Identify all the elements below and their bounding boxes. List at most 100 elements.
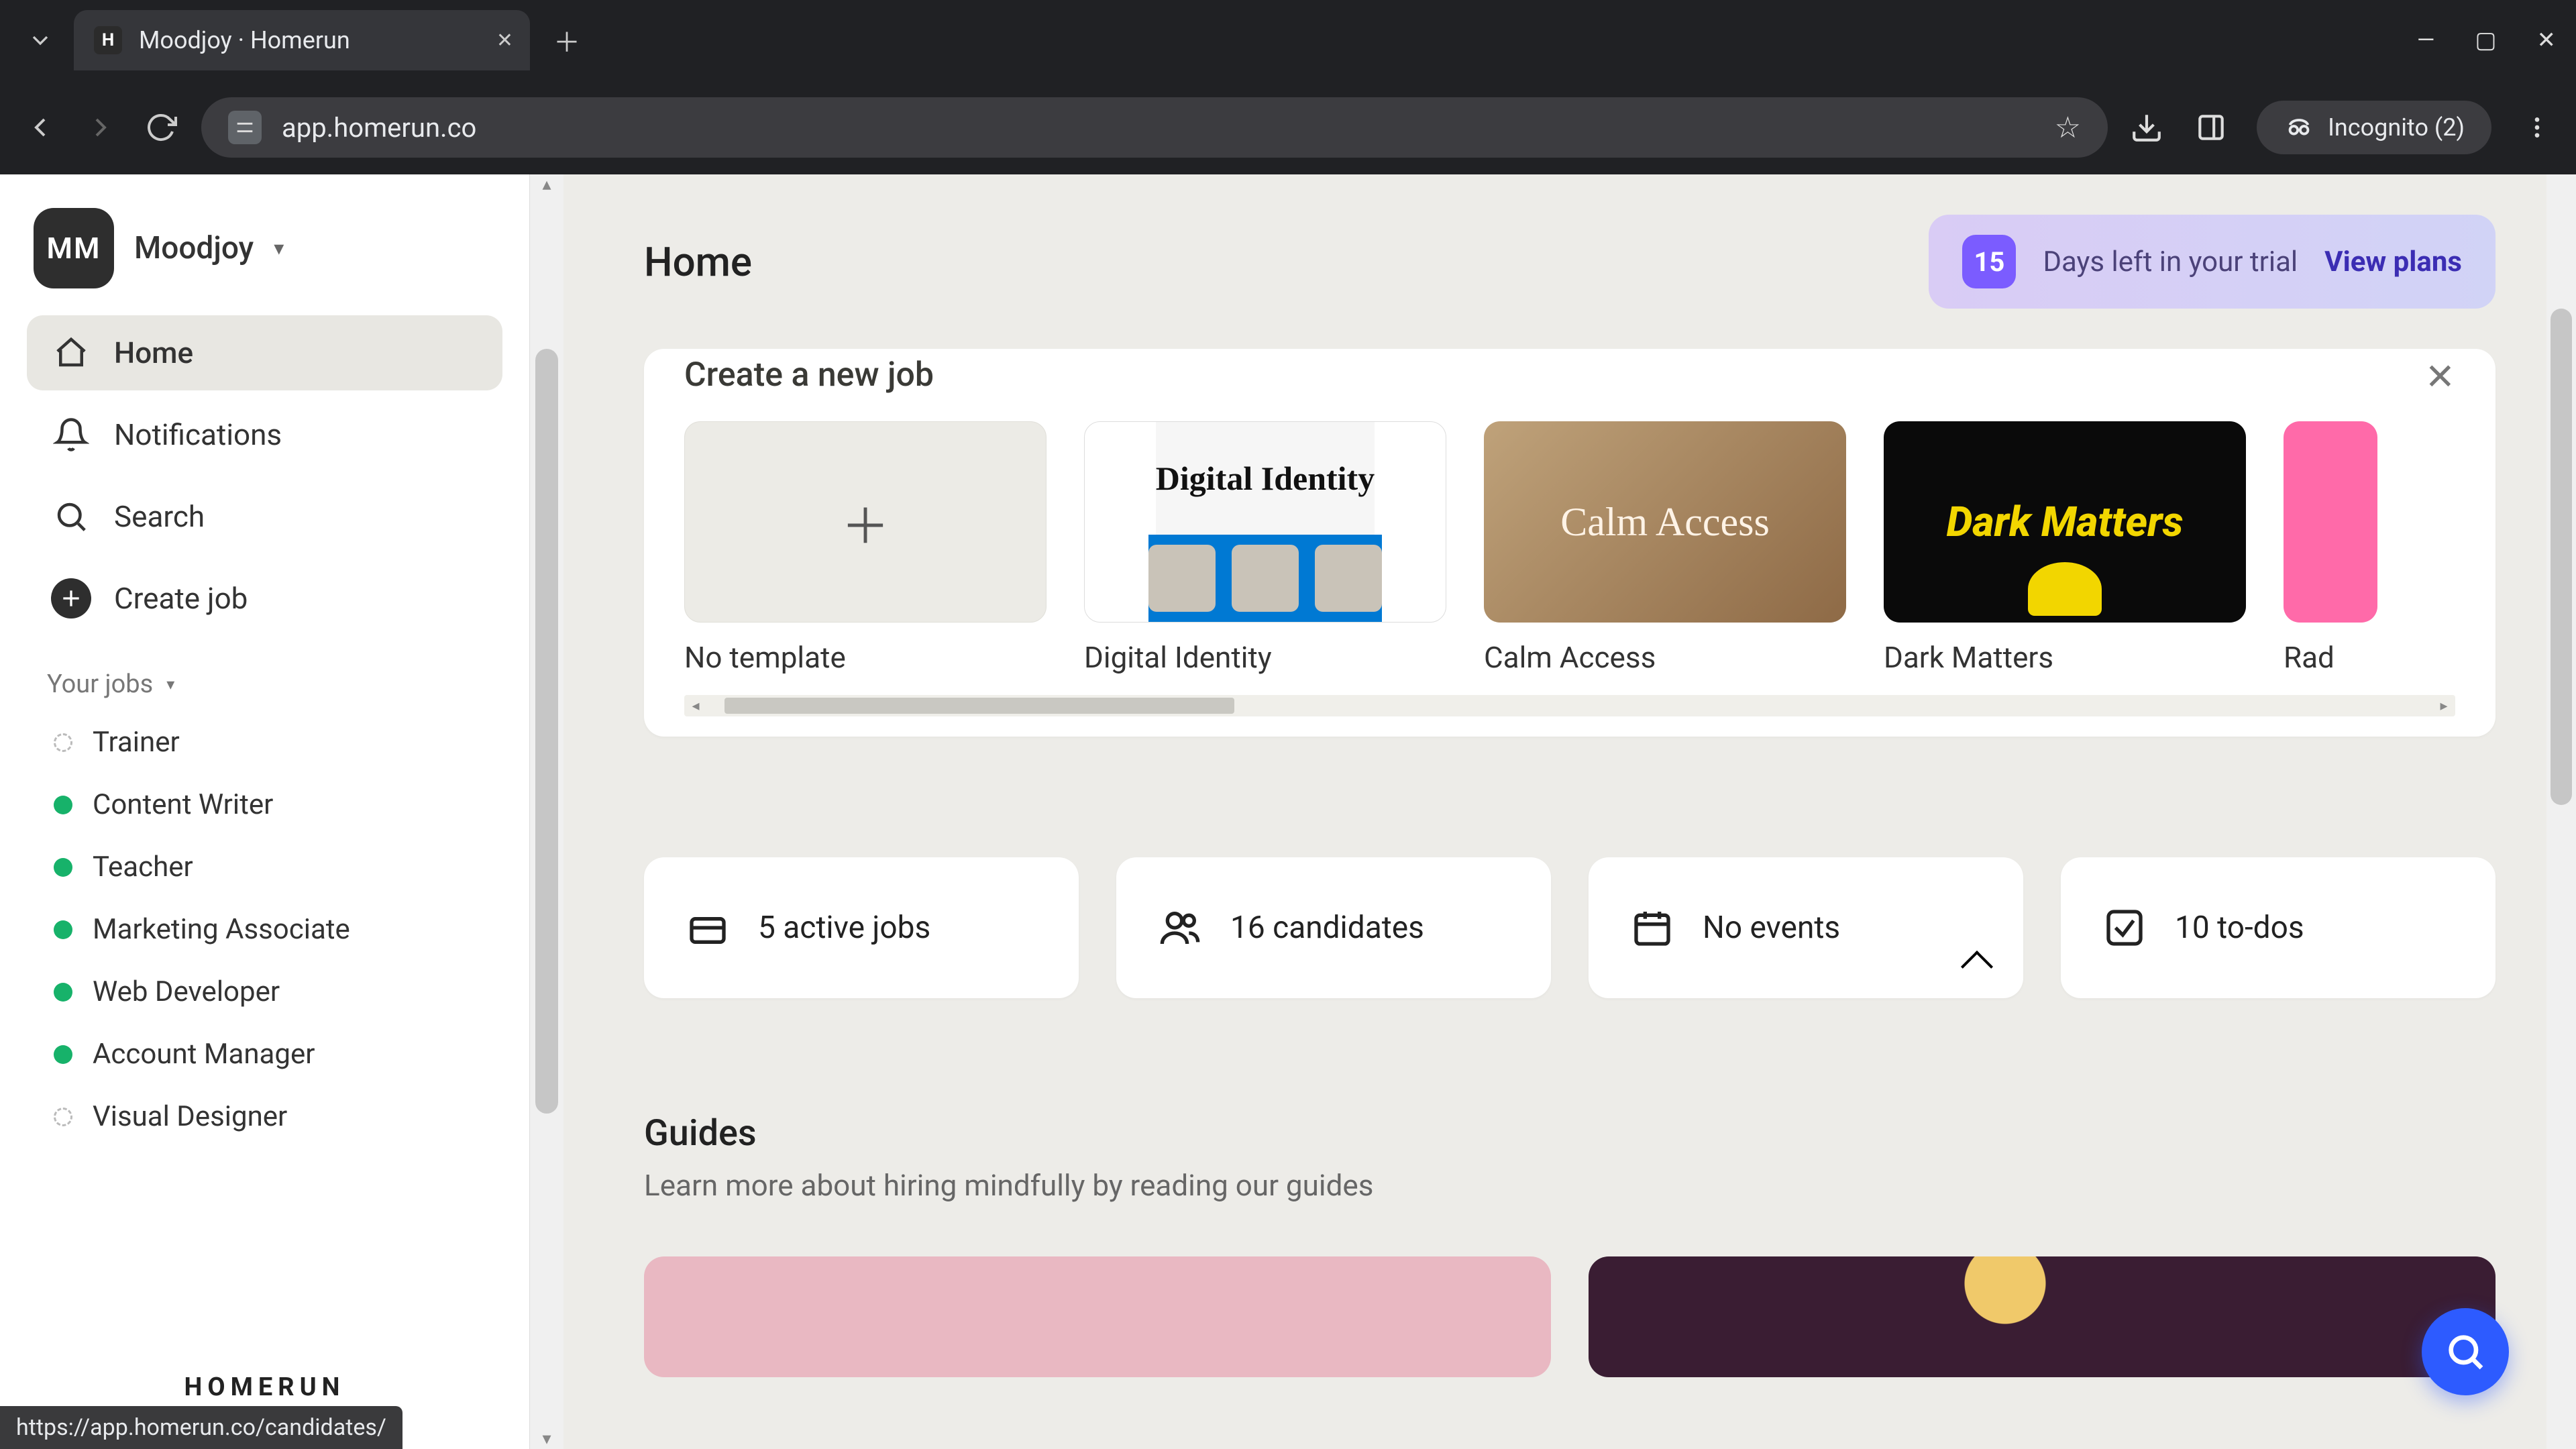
back-button[interactable] [20, 107, 60, 148]
job-item-teacher[interactable]: Teacher [27, 837, 502, 897]
incognito-label: Incognito (2) [2328, 113, 2465, 142]
bookmark-star-icon[interactable]: ☆ [2055, 110, 2081, 145]
avatar-placeholder-icon [1232, 545, 1299, 612]
stat-label: No events [1703, 910, 1840, 946]
view-plans-link[interactable]: View plans [2324, 246, 2462, 278]
guides-title: Guides [644, 1112, 2496, 1155]
main-scrollbar[interactable] [2546, 174, 2576, 1449]
job-name: Content Writer [93, 788, 273, 821]
home-icon [51, 333, 91, 373]
template-dark-matters[interactable]: Dark Matters Dark Matters [1884, 421, 2246, 675]
plus-icon: ＋ [841, 487, 890, 557]
thumb-text: Calm Access [1560, 501, 1770, 543]
job-item-web-developer[interactable]: Web Developer [27, 962, 502, 1022]
window-close-button[interactable]: ✕ [2537, 27, 2557, 54]
nav-home[interactable]: Home [27, 315, 502, 390]
sidebar-wrap: MM Moodjoy ▾ Home Notifications Search [0, 174, 564, 1449]
stat-candidates[interactable]: 16 candidates [1116, 857, 1551, 998]
stat-todos[interactable]: 10 to-dos [2061, 857, 2496, 998]
tab-close-button[interactable]: ✕ [496, 29, 513, 52]
stat-label: 16 candidates [1230, 910, 1424, 946]
job-item-marketing-associate[interactable]: Marketing Associate [27, 900, 502, 959]
panel-close-button[interactable]: ✕ [2425, 356, 2455, 398]
section-title: Your jobs [47, 669, 153, 699]
scroll-left-arrow-icon[interactable]: ◂ [684, 698, 707, 714]
template-digital-identity[interactable]: Digital Identity Digital Identity [1084, 421, 1446, 675]
stat-active-jobs[interactable]: 5 active jobs [644, 857, 1079, 998]
trial-banner: 15 Days left in your trial View plans [1929, 215, 2496, 309]
sidebar: MM Moodjoy ▾ Home Notifications Search [0, 174, 530, 1449]
browser-tab[interactable]: H Moodjoy · Homerun ✕ [74, 10, 530, 70]
incognito-indicator[interactable]: Incognito (2) [2257, 101, 2491, 154]
calendar-icon [1629, 904, 1676, 951]
hat-icon [2028, 562, 2102, 616]
template-thumb: Digital Identity [1084, 421, 1446, 623]
scrollbar-thumb[interactable] [2551, 309, 2572, 805]
scroll-up-arrow-icon[interactable]: ▴ [530, 174, 564, 195]
stat-events[interactable]: No events [1589, 857, 2023, 998]
panel-title: Create a new job [684, 349, 2455, 421]
status-dot-active-icon [54, 796, 72, 814]
job-list: Trainer Content Writer Teacher Marketing… [0, 712, 529, 1146]
sidebar-scrollbar[interactable]: ▴ ▾ [530, 174, 564, 1449]
template-horizontal-scrollbar[interactable]: ◂ ▸ [684, 695, 2455, 716]
guide-card[interactable] [1589, 1256, 2496, 1377]
briefcase-icon [684, 904, 731, 951]
your-jobs-header[interactable]: Your jobs ▾ [0, 636, 529, 712]
address-bar[interactable]: app.homerun.co ☆ [201, 97, 2108, 158]
window-maximize-button[interactable]: ▢ [2475, 27, 2496, 54]
status-dot-active-icon [54, 858, 72, 877]
tab-title: Moodjoy · Homerun [139, 26, 350, 54]
browser-menu-icon[interactable] [2518, 109, 2556, 146]
scrollbar-thumb[interactable] [724, 698, 1234, 714]
reading-list-icon[interactable] [2192, 109, 2230, 146]
browser-status-bar: https://app.homerun.co/candidates/ [0, 1406, 402, 1449]
new-tab-button[interactable]: ＋ [550, 21, 584, 60]
browser-titlebar: H Moodjoy · Homerun ✕ ＋ — ▢ ✕ [0, 0, 2576, 80]
scroll-right-arrow-icon[interactable]: ▸ [2432, 698, 2455, 714]
template-label: Calm Access [1484, 640, 1846, 675]
job-item-account-manager[interactable]: Account Manager [27, 1024, 502, 1084]
job-item-visual-designer[interactable]: Visual Designer [27, 1087, 502, 1146]
site-info-icon[interactable] [228, 111, 262, 144]
job-name: Web Developer [93, 975, 280, 1008]
status-dot-active-icon [54, 983, 72, 1002]
browser-toolbar: app.homerun.co ☆ Incognito (2) [0, 80, 2576, 174]
avatar-placeholder-icon [1148, 545, 1216, 612]
downloads-icon[interactable] [2128, 109, 2165, 146]
job-name: Trainer [93, 726, 180, 759]
job-item-content-writer[interactable]: Content Writer [27, 775, 502, 835]
job-name: Account Manager [93, 1038, 315, 1071]
nav-search[interactable]: Search [27, 479, 502, 554]
template-thumb: Dark Matters [1884, 421, 2246, 623]
nav-label: Search [114, 499, 205, 534]
search-icon [51, 496, 91, 537]
workspace-name: Moodjoy [134, 230, 254, 266]
reload-button[interactable] [141, 107, 181, 148]
plus-circle-icon [51, 578, 91, 619]
workspace-switcher[interactable]: MM Moodjoy ▾ [0, 174, 529, 315]
tab-search-button[interactable] [20, 20, 60, 60]
nav-create-job[interactable]: Create job [27, 561, 502, 636]
window-controls: — ▢ ✕ [2417, 27, 2556, 54]
job-name: Marketing Associate [93, 913, 350, 946]
job-item-trainer[interactable]: Trainer [27, 712, 502, 772]
forward-button[interactable] [80, 107, 121, 148]
template-blank[interactable]: ＋ No template [684, 421, 1046, 675]
stat-label: 10 to-dos [2175, 910, 2304, 946]
template-label: Dark Matters [1884, 640, 2246, 675]
scrollbar-thumb[interactable] [535, 349, 558, 1114]
template-thumb [2284, 421, 2377, 623]
browser-chrome: H Moodjoy · Homerun ✕ ＋ — ▢ ✕ app.homeru… [0, 0, 2576, 174]
nav-notifications[interactable]: Notifications [27, 397, 502, 472]
trial-text: Days left in your trial [2043, 246, 2298, 278]
status-dot-active-icon [54, 1045, 72, 1064]
thumb-text: Dark Matters [1947, 498, 2184, 547]
template-rad-peek[interactable]: Rad [2284, 421, 2384, 675]
window-minimize-button[interactable]: — [2417, 27, 2435, 54]
help-fab-button[interactable] [2422, 1308, 2509, 1395]
template-calm-access[interactable]: Calm Access Calm Access [1484, 421, 1846, 675]
scroll-down-arrow-icon[interactable]: ▾ [530, 1429, 564, 1449]
guide-card[interactable] [644, 1256, 1551, 1377]
main-content: Home 15 Days left in your trial View pla… [564, 174, 2576, 1449]
